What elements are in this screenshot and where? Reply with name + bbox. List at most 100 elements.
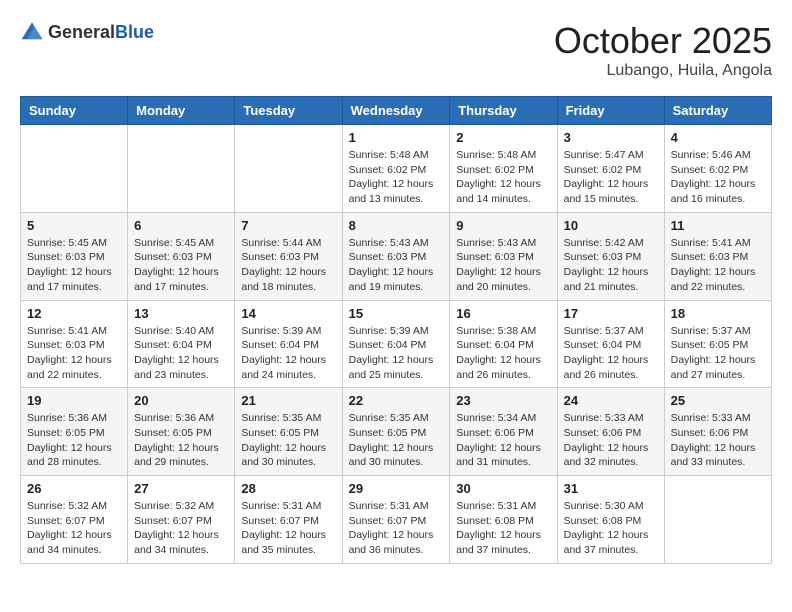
calendar-cell <box>235 125 342 213</box>
week-row-2: 5 Sunrise: 5:45 AM Sunset: 6:03 PM Daylig… <box>21 212 772 300</box>
day-number: 14 <box>241 306 335 321</box>
calendar-cell <box>664 476 771 564</box>
logo-blue: Blue <box>115 22 154 42</box>
calendar-cell: 14 Sunrise: 5:39 AM Sunset: 6:04 PM Dayli… <box>235 300 342 388</box>
day-info: Sunrise: 5:48 AM Sunset: 6:02 PM Dayligh… <box>349 148 444 207</box>
calendar-cell: 10 Sunrise: 5:42 AM Sunset: 6:03 PM Dayli… <box>557 212 664 300</box>
day-info: Sunrise: 5:41 AM Sunset: 6:03 PM Dayligh… <box>671 236 765 295</box>
day-number: 6 <box>134 218 228 233</box>
day-info: Sunrise: 5:30 AM Sunset: 6:08 PM Dayligh… <box>564 499 658 558</box>
day-info: Sunrise: 5:35 AM Sunset: 6:05 PM Dayligh… <box>349 411 444 470</box>
day-number: 22 <box>349 393 444 408</box>
day-number: 3 <box>564 130 658 145</box>
calendar-table: SundayMondayTuesdayWednesdayThursdayFrid… <box>20 96 772 564</box>
week-row-3: 12 Sunrise: 5:41 AM Sunset: 6:03 PM Dayli… <box>21 300 772 388</box>
calendar-cell: 30 Sunrise: 5:31 AM Sunset: 6:08 PM Dayli… <box>450 476 557 564</box>
day-info: Sunrise: 5:36 AM Sunset: 6:05 PM Dayligh… <box>134 411 228 470</box>
day-number: 27 <box>134 481 228 496</box>
day-number: 1 <box>349 130 444 145</box>
day-number: 17 <box>564 306 658 321</box>
day-number: 16 <box>456 306 550 321</box>
calendar-cell: 3 Sunrise: 5:47 AM Sunset: 6:02 PM Daylig… <box>557 125 664 213</box>
calendar-cell: 21 Sunrise: 5:35 AM Sunset: 6:05 PM Dayli… <box>235 388 342 476</box>
calendar-cell: 19Sunrise: 5:36 AM Sunset: 6:05 PM Dayli… <box>21 388 128 476</box>
weekday-header-wednesday: Wednesday <box>342 97 450 125</box>
day-info: Sunrise: 5:44 AM Sunset: 6:03 PM Dayligh… <box>241 236 335 295</box>
day-info: Sunrise: 5:41 AM Sunset: 6:03 PM Dayligh… <box>27 324 121 383</box>
week-row-1: 1 Sunrise: 5:48 AM Sunset: 6:02 PM Daylig… <box>21 125 772 213</box>
calendar-cell: 24 Sunrise: 5:33 AM Sunset: 6:06 PM Dayli… <box>557 388 664 476</box>
day-number: 7 <box>241 218 335 233</box>
day-info: Sunrise: 5:45 AM Sunset: 6:03 PM Dayligh… <box>134 236 228 295</box>
day-number: 4 <box>671 130 765 145</box>
day-info: Sunrise: 5:34 AM Sunset: 6:06 PM Dayligh… <box>456 411 550 470</box>
day-info: Sunrise: 5:31 AM Sunset: 6:08 PM Dayligh… <box>456 499 550 558</box>
day-info: Sunrise: 5:42 AM Sunset: 6:03 PM Dayligh… <box>564 236 658 295</box>
day-info: Sunrise: 5:39 AM Sunset: 6:04 PM Dayligh… <box>349 324 444 383</box>
calendar-cell: 5 Sunrise: 5:45 AM Sunset: 6:03 PM Daylig… <box>21 212 128 300</box>
calendar-cell: 13Sunrise: 5:40 AM Sunset: 6:04 PM Dayli… <box>128 300 235 388</box>
day-number: 10 <box>564 218 658 233</box>
location-title: Lubango, Huila, Angola <box>554 62 772 80</box>
calendar-cell <box>128 125 235 213</box>
day-info: Sunrise: 5:37 AM Sunset: 6:05 PM Dayligh… <box>671 324 765 383</box>
day-number: 30 <box>456 481 550 496</box>
calendar-cell: 23 Sunrise: 5:34 AM Sunset: 6:06 PM Dayli… <box>450 388 557 476</box>
calendar-cell: 18 Sunrise: 5:37 AM Sunset: 6:05 PM Dayli… <box>664 300 771 388</box>
weekday-header-row: SundayMondayTuesdayWednesdayThursdayFrid… <box>21 97 772 125</box>
day-number: 11 <box>671 218 765 233</box>
month-title: October 2025 <box>554 20 772 62</box>
day-number: 25 <box>671 393 765 408</box>
calendar-cell: 29 Sunrise: 5:31 AM Sunset: 6:07 PM Dayli… <box>342 476 450 564</box>
day-info: Sunrise: 5:32 AM Sunset: 6:07 PM Dayligh… <box>134 499 228 558</box>
day-info: Sunrise: 5:31 AM Sunset: 6:07 PM Dayligh… <box>241 499 335 558</box>
calendar-cell: 22 Sunrise: 5:35 AM Sunset: 6:05 PM Dayli… <box>342 388 450 476</box>
day-number: 29 <box>349 481 444 496</box>
day-info: Sunrise: 5:35 AM Sunset: 6:05 PM Dayligh… <box>241 411 335 470</box>
calendar-cell: 8Sunrise: 5:43 AM Sunset: 6:03 PM Daylig… <box>342 212 450 300</box>
day-number: 8 <box>349 218 444 233</box>
calendar-cell: 9Sunrise: 5:43 AM Sunset: 6:03 PM Daylig… <box>450 212 557 300</box>
day-info: Sunrise: 5:31 AM Sunset: 6:07 PM Dayligh… <box>349 499 444 558</box>
calendar-cell: 2 Sunrise: 5:48 AM Sunset: 6:02 PM Daylig… <box>450 125 557 213</box>
day-info: Sunrise: 5:47 AM Sunset: 6:02 PM Dayligh… <box>564 148 658 207</box>
day-number: 15 <box>349 306 444 321</box>
day-number: 2 <box>456 130 550 145</box>
weekday-header-thursday: Thursday <box>450 97 557 125</box>
day-number: 20 <box>134 393 228 408</box>
calendar-cell: 16Sunrise: 5:38 AM Sunset: 6:04 PM Dayli… <box>450 300 557 388</box>
day-info: Sunrise: 5:39 AM Sunset: 6:04 PM Dayligh… <box>241 324 335 383</box>
day-number: 5 <box>27 218 121 233</box>
weekday-header-saturday: Saturday <box>664 97 771 125</box>
calendar-cell: 25Sunrise: 5:33 AM Sunset: 6:06 PM Dayli… <box>664 388 771 476</box>
day-number: 12 <box>27 306 121 321</box>
weekday-header-tuesday: Tuesday <box>235 97 342 125</box>
calendar-cell: 27 Sunrise: 5:32 AM Sunset: 6:07 PM Dayli… <box>128 476 235 564</box>
weekday-header-friday: Friday <box>557 97 664 125</box>
day-number: 31 <box>564 481 658 496</box>
day-number: 28 <box>241 481 335 496</box>
day-number: 13 <box>134 306 228 321</box>
day-number: 18 <box>671 306 765 321</box>
calendar-cell: 11 Sunrise: 5:41 AM Sunset: 6:03 PM Dayli… <box>664 212 771 300</box>
logo: GeneralBlue <box>20 20 154 44</box>
week-row-4: 19 Sunrise: 5:36 AM Sunset: 6:05 PM Dayli… <box>21 388 772 476</box>
calendar-cell: 6 Sunrise: 5:45 AM Sunset: 6:03 PM Daylig… <box>128 212 235 300</box>
calendar-cell: 28 Sunrise: 5:31 AM Sunset: 6:07 PM Dayli… <box>235 476 342 564</box>
day-info: Sunrise: 5:48 AM Sunset: 6:02 PM Dayligh… <box>456 148 550 207</box>
day-number: 21 <box>241 393 335 408</box>
calendar-cell: 31 Sunrise: 5:30 AM Sunset: 6:08 PM Dayli… <box>557 476 664 564</box>
day-number: 24 <box>564 393 658 408</box>
day-info: Sunrise: 5:45 AM Sunset: 6:03 PM Dayligh… <box>27 236 121 295</box>
day-number: 23 <box>456 393 550 408</box>
logo-general: General <box>48 22 115 42</box>
weekday-header-monday: Monday <box>128 97 235 125</box>
calendar-cell: 26Sunrise: 5:32 AM Sunset: 6:07 PM Dayli… <box>21 476 128 564</box>
day-number: 9 <box>456 218 550 233</box>
day-number: 19 <box>27 393 121 408</box>
page-header: GeneralBlue October 2025 Lubango, Huila,… <box>20 20 772 80</box>
day-info: Sunrise: 5:46 AM Sunset: 6:02 PM Dayligh… <box>671 148 765 207</box>
calendar-cell <box>21 125 128 213</box>
calendar-cell: 1 Sunrise: 5:48 AM Sunset: 6:02 PM Daylig… <box>342 125 450 213</box>
day-info: Sunrise: 5:33 AM Sunset: 6:06 PM Dayligh… <box>564 411 658 470</box>
